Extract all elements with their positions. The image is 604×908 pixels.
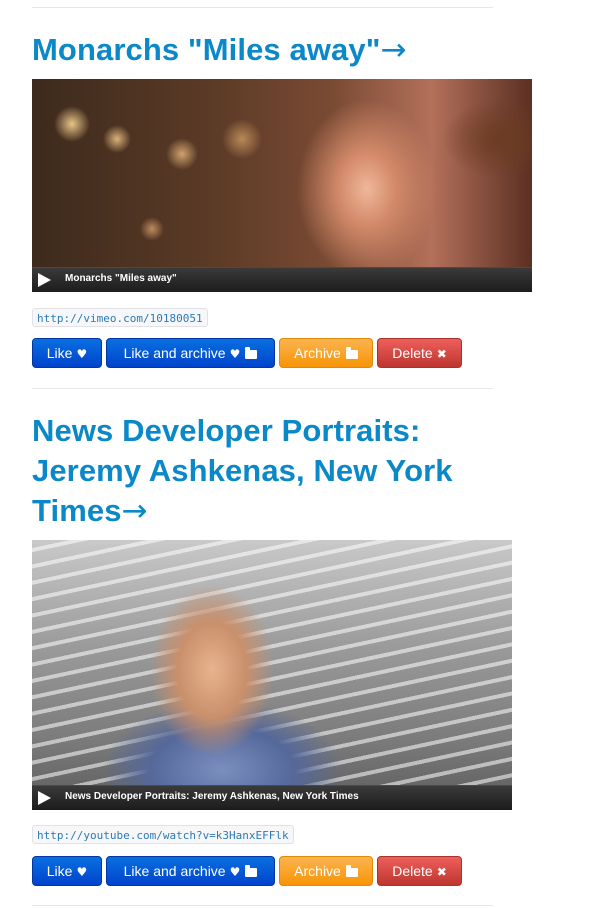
archive-button[interactable]: Archive (279, 856, 373, 886)
video-control-bar: Monarchs "Miles away" (32, 267, 532, 292)
arrow-icon[interactable]: → (381, 32, 407, 68)
heart-icon: ♥ (76, 347, 88, 361)
post-title-line[interactable]: News Developer Portraits: (32, 413, 420, 448)
post-item: News Developer Portraits: Jeremy Ashkena… (32, 411, 572, 531)
post-title-link[interactable]: News Developer Portraits: Jeremy Ashkena… (32, 411, 572, 531)
like-button[interactable]: Like ♥ (32, 856, 102, 886)
play-icon[interactable] (38, 273, 51, 287)
video-thumbnail (32, 540, 512, 810)
arrow-icon[interactable]: → (122, 493, 148, 529)
video-title[interactable]: News Developer Portraits: Jeremy Ashkena… (65, 791, 359, 802)
video-url[interactable]: http://vimeo.com/10180051 (32, 308, 208, 327)
heart-icon: ♥ (229, 865, 241, 879)
archive-button[interactable]: Archive (279, 338, 373, 368)
heart-icon: ♥ (229, 347, 241, 361)
delete-button-label: Delete (392, 345, 433, 361)
folder-open-icon (345, 347, 358, 359)
divider (32, 905, 493, 906)
video-url[interactable]: http://youtube.com/watch?v=k3HanxEFFlk (32, 825, 294, 844)
post-item: Monarchs "Miles away"→ (32, 30, 572, 70)
divider (32, 7, 493, 8)
post-title-link[interactable]: Monarchs "Miles away"→ (32, 30, 572, 70)
heart-icon: ♥ (76, 865, 88, 879)
play-icon[interactable] (38, 791, 51, 805)
post-title-line[interactable]: Times (32, 493, 122, 528)
close-icon: ✖ (436, 865, 447, 879)
post-title-text[interactable]: Monarchs "Miles away" (32, 32, 381, 67)
like-button-label: Like (46, 345, 73, 361)
delete-button[interactable]: Delete ✖ (377, 338, 462, 368)
video-player[interactable]: Monarchs "Miles away" (32, 79, 532, 292)
like-button-label: Like (46, 863, 73, 879)
divider (32, 388, 493, 389)
post-title-line[interactable]: Jeremy Ashkenas, New York (32, 453, 453, 488)
like-and-archive-label: Like and archive (123, 863, 226, 879)
video-control-bar: News Developer Portraits: Jeremy Ashkena… (32, 785, 512, 810)
close-icon: ✖ (436, 347, 447, 361)
like-and-archive-button[interactable]: Like and archive ♥ (106, 856, 275, 886)
delete-button-label: Delete (392, 863, 433, 879)
video-player[interactable]: News Developer Portraits: Jeremy Ashkena… (32, 540, 512, 810)
video-thumbnail (32, 79, 532, 292)
folder-open-icon (245, 865, 258, 877)
archive-button-label: Archive (294, 863, 341, 879)
folder-open-icon (245, 347, 258, 359)
delete-button[interactable]: Delete ✖ (377, 856, 462, 886)
folder-open-icon (345, 865, 358, 877)
like-and-archive-label: Like and archive (123, 345, 226, 361)
like-and-archive-button[interactable]: Like and archive ♥ (106, 338, 275, 368)
like-button[interactable]: Like ♥ (32, 338, 102, 368)
video-title[interactable]: Monarchs "Miles away" (65, 273, 177, 284)
archive-button-label: Archive (294, 345, 341, 361)
